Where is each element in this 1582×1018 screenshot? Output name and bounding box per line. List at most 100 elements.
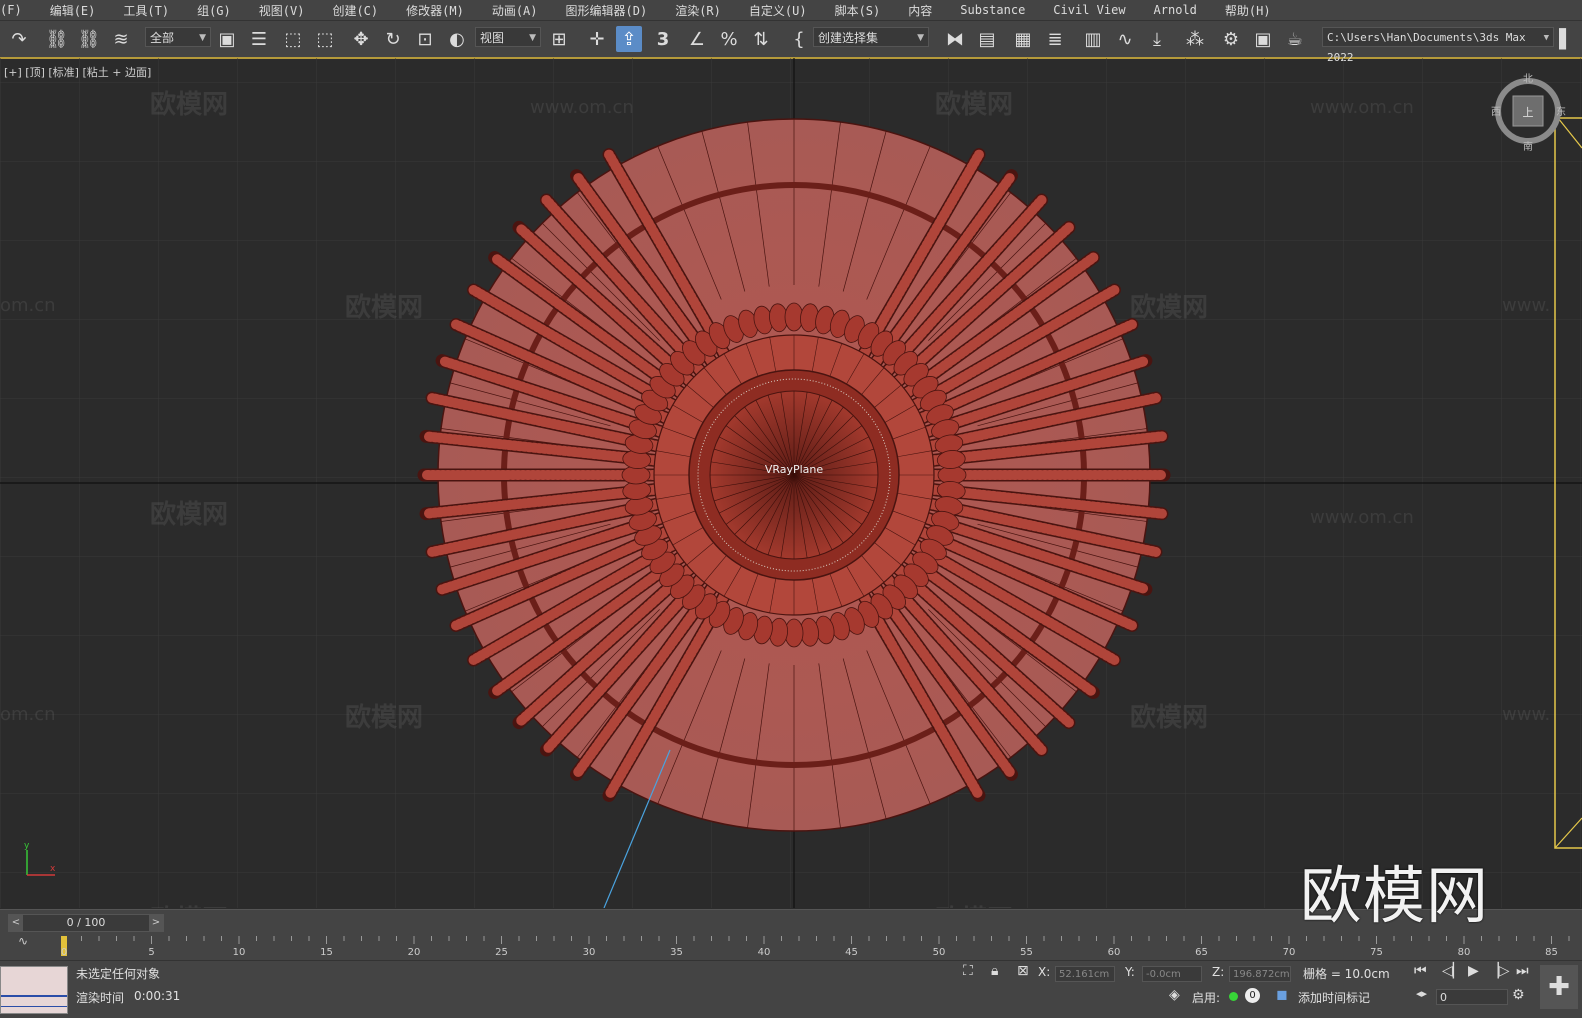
goto-start-icon[interactable]: ⏮: [1414, 963, 1427, 979]
spinner-snap-icon[interactable]: ⇅: [748, 26, 774, 52]
time-slider[interactable]: < 0 / 100 >: [8, 914, 164, 932]
menu-item-13[interactable]: Substance: [946, 3, 1039, 17]
schematic-view-icon[interactable]: ⤓: [1144, 26, 1170, 52]
selection-filter-dropdown[interactable]: 全部 ▼: [145, 27, 211, 47]
timeline-tick-label: 65: [1195, 947, 1208, 958]
watermark-12: 欧模网: [1130, 702, 1208, 733]
percent-snap-icon[interactable]: %: [716, 26, 742, 52]
time-slider-next[interactable]: >: [149, 915, 163, 931]
timeline-tick-label: 75: [1370, 947, 1383, 958]
isolate-selection-icon[interactable]: ⛶: [963, 963, 973, 979]
selection-lock-icon[interactable]: 🔒︎: [991, 963, 998, 979]
z-coord-field[interactable]: 196.872cm: [1229, 966, 1291, 982]
timeline-tick-label: 80: [1458, 947, 1471, 958]
select-manipulate-icon[interactable]: ✛: [584, 26, 610, 52]
unlink-icon[interactable]: ⛓: [76, 26, 102, 52]
key-mode-icon[interactable]: ◂▸: [1416, 987, 1427, 1000]
edit-named-selection-icon[interactable]: {: [786, 26, 812, 52]
menu-item-5[interactable]: 创建(C): [318, 2, 392, 19]
timeline-ruler[interactable]: 0 5 10 15 20 25 30 35 40 45 50 55 60 65 70 75 80 85: [56, 936, 1582, 958]
watermark-6: 欧模网: [150, 499, 228, 530]
mirror-icon[interactable]: ⧓: [942, 26, 968, 52]
time-slider-frame: 0 / 100: [66, 916, 106, 929]
rendered-frame-window-icon[interactable]: ▣: [1250, 26, 1276, 52]
menu-item-4[interactable]: 视图(V): [245, 2, 319, 19]
menu-item-8[interactable]: 图形编辑器(D): [552, 2, 662, 19]
menu-item-7[interactable]: 动画(A): [478, 2, 552, 19]
selection-status: 未选定任何对象: [76, 967, 161, 981]
menu-bar: (F) 编辑(E) 工具(T) 组(G) 视图(V) 创建(C) 修改器(M) 动画(A) 图形…: [0, 0, 1582, 21]
rotate-icon[interactable]: ↻: [380, 26, 406, 52]
menu-item-14[interactable]: Civil View: [1039, 3, 1139, 17]
y-coord-label: Y:: [1125, 965, 1135, 979]
time-config-icon[interactable]: ⚙: [1512, 987, 1525, 1003]
maxscript-mini-listener[interactable]: [0, 966, 68, 1014]
project-path-dropdown[interactable]: C:\Users\Han\Documents\3ds Max 2022 ▼: [1322, 27, 1554, 64]
axis-y-label: y: [24, 841, 30, 851]
play-icon[interactable]: ▶: [1468, 963, 1479, 979]
menu-item-16[interactable]: 帮助(H): [1211, 2, 1285, 19]
y-coord-field[interactable]: -0.0cm: [1142, 966, 1202, 982]
current-frame-field[interactable]: 0: [1436, 989, 1508, 1005]
curve-editor-mini-icon[interactable]: ∿: [18, 934, 28, 948]
menu-item-2[interactable]: 工具(T): [109, 2, 183, 19]
menu-item-0[interactable]: (F): [0, 3, 36, 17]
menu-item-9[interactable]: 渲染(R): [661, 2, 735, 19]
absolute-mode-icon[interactable]: ⊠: [1017, 963, 1029, 979]
render-production-icon[interactable]: ☕: [1282, 26, 1308, 52]
previous-frame-icon[interactable]: ◁▏: [1442, 963, 1464, 979]
add-time-tag[interactable]: 添加时间标记: [1298, 989, 1370, 1006]
timeline-tick-label: 40: [758, 947, 771, 958]
curve-editor-icon[interactable]: ∿: [1112, 26, 1138, 52]
material-editor-icon[interactable]: ⁂: [1182, 26, 1208, 52]
next-frame-icon[interactable]: ▕▷: [1488, 963, 1510, 979]
x-coord-field[interactable]: 52.161cm: [1055, 966, 1115, 982]
menu-item-15[interactable]: Arnold: [1140, 3, 1211, 17]
top-viewport[interactable]: 欧模网 www.om.cn 欧模网 www.om.cn 欧模网 欧模网 欧模网 www.om.…: [0, 58, 1582, 908]
time-tag-icon[interactable]: ◼: [1276, 987, 1288, 1003]
menu-item-10[interactable]: 自定义(U): [735, 2, 821, 19]
enable-count: 0: [1245, 988, 1260, 1003]
layer-explorer-icon[interactable]: ≣: [1042, 26, 1068, 52]
viewport-nav-pan-icon[interactable]: ✚: [1540, 965, 1578, 1009]
timeline-tick-label: 60: [1108, 947, 1121, 958]
reference-coordinate-dropdown[interactable]: 视图 ▼: [475, 27, 541, 47]
menu-item-6[interactable]: 修改器(M): [392, 2, 478, 19]
project-folder-icon[interactable]: ▌: [1556, 26, 1576, 52]
viewport-label[interactable]: [+] [顶] [标准] [粘土 + 边面]: [4, 64, 151, 80]
redo-icon[interactable]: ↷: [6, 26, 32, 52]
main-toolbar: ↷ ⛓ ⛓ ≋ 全部 ▼ ▣ ☰ ⬚ ⬚ ✥ ↻ ⊡ ◐ 视图 ▼ ⊞ ✛ ⇪ 3 …: [0, 21, 1582, 64]
scene-explorer-icon[interactable]: ▦: [1010, 26, 1036, 52]
link-icon[interactable]: ⛓: [44, 26, 70, 52]
adaptive-degradation-icon[interactable]: ◈: [1169, 987, 1180, 1003]
timeline-ticks: 0 5 10 15 20 25 30 35 40 45 50 55 60 65 70 75 80 85: [61, 936, 1570, 958]
time-slider-prev[interactable]: <: [9, 915, 23, 931]
watermark-2: 欧模网: [935, 89, 1013, 120]
placement-icon[interactable]: ◐: [444, 26, 470, 52]
align-icon[interactable]: ▤: [974, 26, 1000, 52]
pivot-center-icon[interactable]: ⊞: [546, 26, 572, 52]
angle-snap-icon[interactable]: ∠: [684, 26, 710, 52]
bind-space-warp-icon[interactable]: ≋: [108, 26, 134, 52]
select-by-name-icon[interactable]: ☰: [246, 26, 272, 52]
menu-item-3[interactable]: 组(G): [183, 2, 245, 19]
rectangular-selection-icon[interactable]: ⬚: [280, 26, 306, 52]
scale-icon[interactable]: ⊡: [412, 26, 438, 52]
axis-x-label: x: [50, 864, 56, 874]
move-icon[interactable]: ✥: [348, 26, 374, 52]
timeline-tick-label: 5: [148, 947, 154, 958]
watermark-edge-3: www.: [1502, 704, 1550, 725]
window-crossing-icon[interactable]: ⬚: [312, 26, 338, 52]
goto-end-icon[interactable]: ⏭: [1516, 963, 1529, 979]
snaps-toggle-icon[interactable]: 3: [650, 26, 676, 52]
viewcube-east: 东: [1556, 105, 1566, 118]
menu-item-1[interactable]: 编辑(E): [36, 2, 110, 19]
ribbon-icon[interactable]: ▥: [1080, 26, 1106, 52]
render-setup-icon[interactable]: ⚙: [1218, 26, 1244, 52]
menu-item-11[interactable]: 脚本(S): [821, 2, 895, 19]
menu-item-12[interactable]: 内容: [894, 2, 946, 19]
keyboard-shortcut-override-icon[interactable]: ⇪: [616, 26, 642, 52]
named-selection-dropdown[interactable]: 创建选择集 ▼: [813, 27, 929, 47]
watermark-1: www.om.cn: [530, 97, 634, 118]
select-object-icon[interactable]: ▣: [214, 26, 240, 52]
